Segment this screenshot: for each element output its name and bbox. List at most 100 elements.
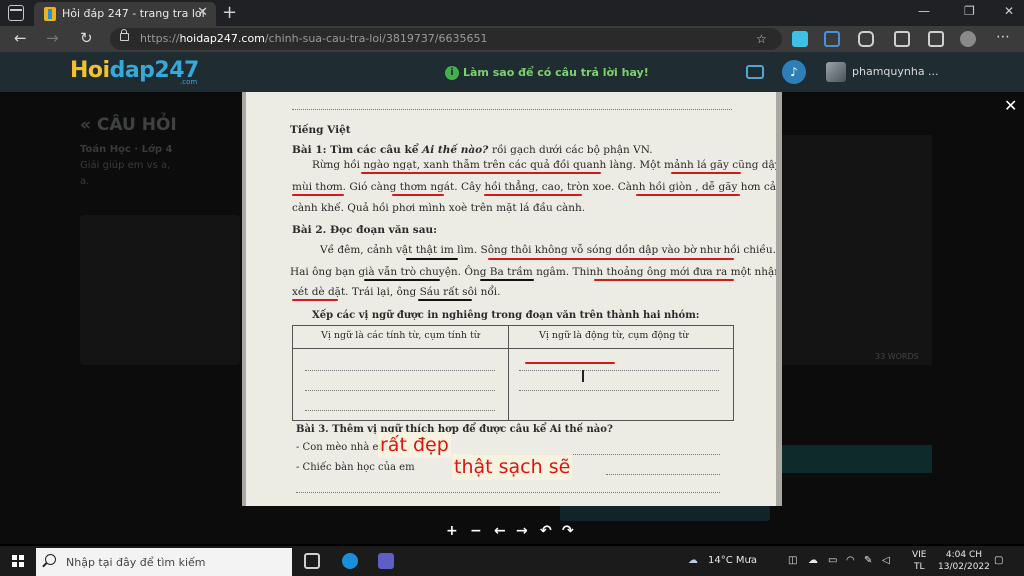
tab-actions-icon[interactable] [8, 5, 24, 21]
question-subject: Toán Học · Lớp 4 [80, 144, 173, 155]
rotate-left-button[interactable]: ↶ [540, 523, 552, 539]
underline-mark [292, 299, 338, 301]
table-header-adjectives: Vị ngữ là các tính từ, cụm tính từ [321, 330, 480, 341]
windows-start-icon[interactable] [12, 555, 24, 567]
dotted-line [519, 390, 719, 391]
exercise-2-task: Xếp các vị ngữ được in nghiêng trong đoạ… [312, 310, 700, 321]
exercise-3-line-1: - Con mèo nhà em [296, 442, 388, 453]
rotate-right-button[interactable]: ↷ [562, 523, 574, 539]
dotted-line [305, 390, 495, 391]
question-image-thumbnail [80, 215, 240, 365]
forward-arrow-icon[interactable]: → [46, 29, 59, 47]
windows-taskbar: Nhập tại đây để tìm kiếm ☁ 14°C Mưa ◫ ☁ … [0, 546, 1024, 576]
onedrive-icon[interactable]: ☁ [808, 555, 818, 566]
taskbar-clock[interactable]: 4:04 CH 13/02/2022 [938, 549, 990, 573]
text-cursor [582, 370, 584, 382]
word-count: 33 WORDS [875, 352, 919, 361]
search-icon [45, 554, 56, 565]
favorites-icon[interactable] [894, 31, 910, 47]
weather-icon: ☁ [688, 555, 698, 566]
back-arrow-icon[interactable]: ← [14, 29, 27, 47]
underline-mark [480, 279, 534, 281]
dotted-line [305, 370, 495, 371]
answer-overlay-2: thật sạch sẽ [452, 454, 573, 480]
username-menu[interactable]: phamquynha ... [852, 65, 939, 78]
notification-bell-icon[interactable]: ♪ [782, 60, 806, 84]
underline-mark [636, 194, 740, 196]
exercise-1-line-3: cành khế. Quả hồi phơi mình xoè trên mặt… [292, 202, 586, 214]
underline-mark [671, 172, 741, 174]
image-viewer[interactable]: Tiếng Việt Bài 1: Tìm các câu kể Ai thế … [242, 92, 782, 506]
browser-toolbar: ← → ↻ https://hoidap247.com/chinh-sua-ca… [0, 26, 1024, 52]
editor-bottom-bar [782, 445, 932, 473]
underline-mark [361, 172, 601, 174]
previous-image-button[interactable]: ← [494, 523, 506, 539]
tab-close-icon[interactable]: ✕ [197, 5, 208, 20]
address-bar[interactable]: https://hoidap247.com/chinh-sua-cau-tra-… [110, 28, 782, 50]
chat-icon[interactable] [746, 65, 764, 79]
new-tab-button[interactable]: + [222, 2, 237, 23]
exercise-3-title: Bài 3. Thêm vị ngữ thích hợp để được câu… [296, 424, 613, 435]
zoom-out-button[interactable]: − [470, 523, 482, 539]
volume-icon[interactable]: ◁ [882, 555, 890, 566]
underline-mark [292, 194, 344, 196]
collections-icon[interactable] [928, 31, 944, 47]
tray-chat-icon[interactable]: ◫ [788, 555, 797, 566]
exercise-2-line-3: xét dè dặt. Trái lại, ông Sáu rất sôi nổ… [292, 286, 501, 298]
extensions-puzzle-icon[interactable] [858, 31, 874, 47]
pen-icon[interactable]: ✎ [864, 555, 872, 566]
exercise-2-line-2: Hai ông bạn già vẫn trò chuyện. Ông Ba t… [290, 266, 776, 278]
tab-title: Hỏi đáp 247 - trang tra loi [62, 7, 205, 20]
table-divider [293, 348, 733, 349]
window-maximize-button[interactable]: ❐ [964, 4, 975, 18]
next-image-button[interactable]: → [516, 523, 528, 539]
task-view-icon[interactable] [304, 553, 320, 569]
underline-mark [418, 299, 472, 301]
input-language[interactable]: VIE TL [912, 549, 927, 573]
worksheet-photo: Tiếng Việt Bài 1: Tìm các câu kể Ai thế … [246, 92, 776, 506]
wifi-icon[interactable]: ◠ [846, 555, 855, 566]
extension-icon[interactable] [792, 31, 808, 47]
answer-editor-panel [782, 135, 932, 365]
underline-mark [525, 362, 615, 364]
dotted-line [519, 370, 719, 371]
table-divider [508, 326, 509, 420]
question-text: Giải giúp em vs a, [80, 160, 171, 171]
url-text: https://hoidap247.com/chinh-sua-cau-tra-… [140, 32, 488, 45]
weather-status[interactable]: 14°C Mưa [708, 555, 757, 566]
exercise-3-line-2: - Chiếc bàn học của em [296, 462, 415, 473]
notifications-icon[interactable]: ▢ [994, 555, 1003, 566]
question-heading: « CÂU HỎI [80, 115, 177, 135]
user-avatar[interactable] [826, 62, 846, 82]
dotted-line [296, 492, 720, 493]
favorite-star-icon[interactable]: ☆ [756, 32, 767, 46]
underline-mark [392, 194, 444, 196]
exercise-2-title: Bài 2. Đọc đoạn văn sau: [292, 224, 438, 236]
profile-avatar-icon[interactable] [960, 31, 976, 47]
hoidap-favicon-icon [44, 7, 56, 21]
dotted-line [305, 410, 495, 411]
zoom-in-button[interactable]: + [446, 523, 458, 539]
underline-mark [406, 258, 458, 260]
exercise-1-line-2: mùi thơm. Gió càng thơm ngát. Cây hồi th… [292, 181, 776, 193]
edge-browser-icon[interactable] [342, 553, 358, 569]
teams-icon[interactable] [378, 553, 394, 569]
worksheet-table: Vị ngữ là các tính từ, cụm tính từ Vị ng… [292, 325, 734, 421]
answer-tip-link[interactable]: Làm sao để có câu trả lời hay! [463, 66, 649, 79]
browser-tab[interactable]: Hỏi đáp 247 - trang tra loi ✕ [34, 2, 216, 26]
table-header-verbs: Vị ngữ là động từ, cụm động từ [539, 330, 689, 341]
exercise-1-title: Bài 1: Tìm các câu kể Ai thế nào? rồi gạ… [292, 144, 653, 156]
battery-icon[interactable]: ▭ [828, 555, 837, 566]
refresh-icon[interactable]: ↻ [80, 29, 93, 47]
worksheet-section: Tiếng Việt [290, 124, 351, 136]
screenshot-crop-icon[interactable] [824, 31, 840, 47]
underline-mark [364, 279, 440, 281]
underline-mark [594, 279, 734, 281]
taskbar-search-placeholder: Nhập tại đây để tìm kiếm [66, 556, 206, 569]
window-close-button[interactable]: ✕ [1004, 4, 1014, 18]
lightbox-close-button[interactable]: ✕ [1004, 96, 1017, 115]
window-minimize-button[interactable]: — [918, 4, 930, 18]
taskbar-search-box[interactable]: Nhập tại đây để tìm kiếm [36, 548, 292, 576]
browser-menu-icon[interactable]: ⋯ [996, 29, 1010, 45]
info-icon: i [445, 66, 459, 80]
